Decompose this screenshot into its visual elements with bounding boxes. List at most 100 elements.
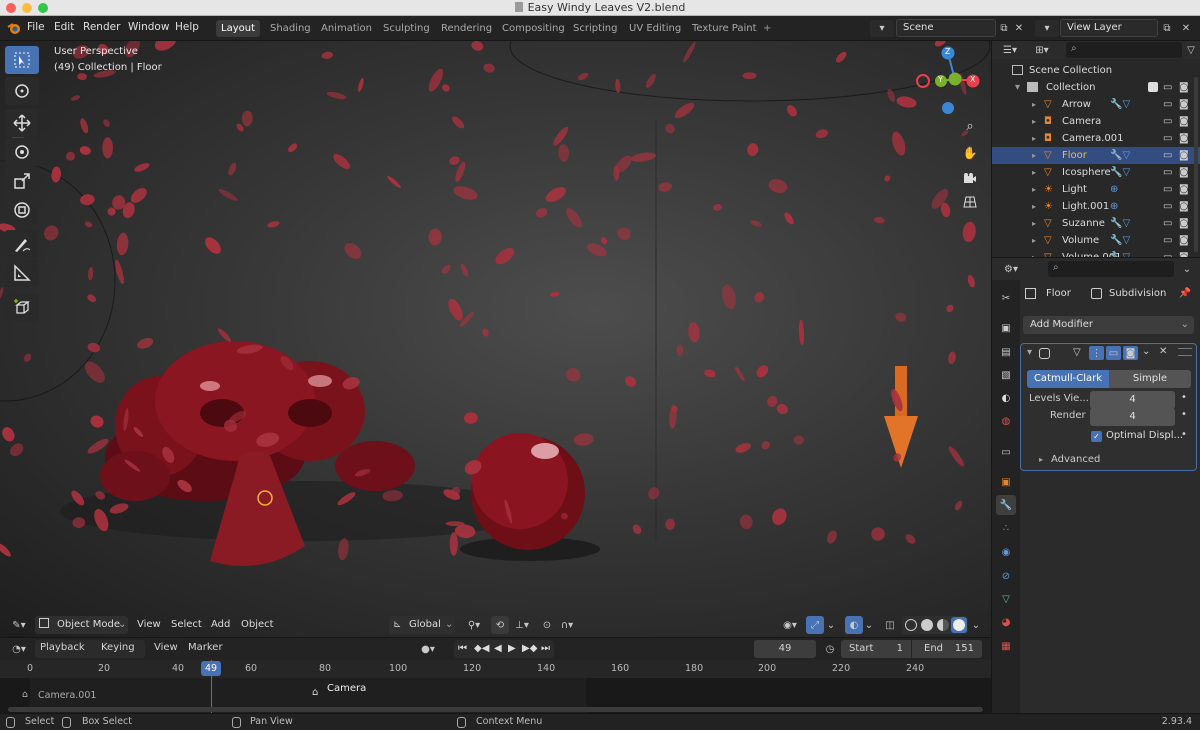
render-visibility-icon[interactable]: ◙ (1179, 164, 1189, 181)
render-visibility-icon[interactable]: ◙ (1179, 130, 1189, 147)
transform-orientation-selector[interactable]: ⊾ Global ⌄ (389, 616, 455, 634)
cursor-tool[interactable] (5, 77, 39, 105)
outliner-scrollbar[interactable] (1194, 77, 1198, 252)
render-visibility-icon[interactable]: ◙ (1179, 96, 1189, 113)
outliner-item-arrow[interactable]: ▸ ▽ Arrow 🔧▽ ▭ ◙ (992, 96, 1200, 113)
jump-end-icon[interactable]: ⏭ (541, 640, 550, 658)
menu-keying[interactable]: Keying (101, 642, 135, 653)
outliner-search-input[interactable]: ⌕ (1066, 42, 1182, 58)
collection-tab-icon[interactable]: ▭ (996, 442, 1016, 462)
measure-tool[interactable] (5, 259, 39, 287)
proportional-edit-icon[interactable]: ⊙ (539, 616, 555, 634)
properties-editor-type-icon[interactable]: ⚙▾ (998, 261, 1024, 277)
filter-icon[interactable]: ▽ (1184, 42, 1198, 58)
collapse-icon[interactable]: ▾ (1027, 347, 1032, 358)
tool-tab-icon[interactable]: ✂ (996, 288, 1016, 308)
outliner-item-floor[interactable]: ▸ ▽ Floor 🔧▽ ▭ ◙ (992, 147, 1200, 164)
gizmo-toggle-icon[interactable]: ⤢ (806, 616, 824, 634)
render-visibility-icon[interactable]: ◙ (1179, 113, 1189, 130)
edit-mode-toggle-icon[interactable]: ▽ (1073, 347, 1081, 358)
viewport-visibility-icon[interactable]: ▭ (1163, 79, 1172, 96)
view-layer-field[interactable]: View Layer (1060, 19, 1158, 37)
chevron-down-icon[interactable]: ⌄ (1142, 346, 1150, 357)
render-visibility-icon[interactable]: ◙ (1179, 181, 1189, 198)
menu-render[interactable]: Render (83, 21, 120, 33)
outliner-editor-type-icon[interactable]: ☰▾ (998, 43, 1022, 57)
tab-texture-paint[interactable]: Texture Paint (687, 20, 762, 37)
view-layer-selector-icon[interactable]: ▾ (1035, 20, 1059, 37)
pin-icon[interactable]: 📌 (1178, 286, 1192, 300)
levels-viewport-field[interactable]: 4 (1090, 391, 1175, 409)
prev-keyframe-icon[interactable]: ◆◀ (474, 640, 489, 658)
timeline-editor-type-icon[interactable]: ◔▾ (6, 640, 32, 658)
collection-row[interactable]: ▾ Collection ▭ ◙ (992, 79, 1200, 96)
viewport-visibility-icon[interactable]: ▭ (1163, 130, 1172, 147)
next-keyframe-icon[interactable]: ▶◆ (522, 640, 537, 658)
minimize-window-button[interactable] (22, 3, 32, 13)
menu-timeline-view[interactable]: View (154, 642, 178, 653)
outliner-item-camera[interactable]: ▸ ◘ Camera ▭ ◙ (992, 113, 1200, 130)
blender-logo-icon[interactable] (6, 20, 22, 36)
record-icon[interactable]: ●▾ (416, 640, 440, 658)
object-data-icon[interactable]: 🔧▽ (1110, 147, 1130, 164)
tab-scripting[interactable]: Scripting (568, 20, 622, 37)
optimal-display-checkbox[interactable]: ✓ (1091, 431, 1102, 442)
chevron-down-icon[interactable]: ⌄ (864, 616, 874, 634)
simple-button[interactable]: Simple (1109, 370, 1191, 388)
move-tool[interactable] (5, 109, 39, 137)
outliner-item-volume[interactable]: ▸ ▽ Volume 🔧▽ ▭ ◙ (992, 232, 1200, 249)
catmull-clark-button[interactable]: Catmull-Clark (1027, 370, 1109, 388)
keyframe-dot-icon[interactable]: • (1181, 429, 1187, 440)
render-visibility-icon[interactable]: ◙ (1179, 79, 1189, 96)
timeline-scrollbar[interactable] (8, 707, 983, 712)
object-data-icon[interactable]: 🔧▽ (1110, 96, 1130, 113)
object-data-icon[interactable]: 🔧▽ (1110, 215, 1130, 232)
scene-field[interactable]: Scene (896, 19, 996, 37)
menu-edit[interactable]: Edit (54, 21, 74, 33)
render-toggle-icon[interactable]: ◙ (1123, 346, 1138, 360)
menu-view[interactable]: View (137, 616, 161, 634)
start-frame-field[interactable]: Start 1 (841, 640, 911, 658)
render-visibility-icon[interactable]: ◙ (1179, 232, 1189, 249)
zoom-window-button[interactable] (38, 3, 48, 13)
tab-shading[interactable]: Shading (265, 20, 316, 37)
annotate-tool[interactable] (5, 230, 39, 258)
viewport-visibility-icon[interactable]: ▭ (1163, 181, 1172, 198)
modifier-tab-icon[interactable]: 🔧 (996, 495, 1016, 515)
object-data-icon[interactable]: ⊕ (1110, 181, 1118, 198)
add-cube-tool[interactable] (5, 293, 39, 321)
expand-icon[interactable]: ▸ (1032, 147, 1036, 164)
menu-object[interactable]: Object (241, 616, 274, 634)
world-tab-icon[interactable]: ◍ (996, 411, 1016, 431)
chevron-down-icon[interactable]: ⌄ (826, 616, 836, 634)
scene-collection-row[interactable]: Scene Collection (992, 62, 1200, 79)
display-mode-icon[interactable]: ⊞▾ (1030, 43, 1054, 57)
properties-search-input[interactable]: ⌕ (1048, 261, 1174, 277)
menu-file[interactable]: File (27, 21, 45, 33)
perspective-toggle-icon[interactable] (960, 192, 980, 212)
collection-checkbox[interactable] (1148, 82, 1158, 92)
object-tab-icon[interactable]: ▣ (996, 472, 1016, 492)
camera-view-icon[interactable] (960, 168, 980, 188)
pivot-point-icon[interactable]: ⚲▾ (460, 616, 488, 634)
transform-tool[interactable] (5, 196, 39, 224)
clock-icon[interactable]: ◷ (822, 640, 838, 658)
keyframe-dot-icon[interactable]: • (1181, 392, 1187, 403)
scene-selector-icon[interactable]: ▾ (870, 20, 894, 37)
viewport-toggle-icon[interactable]: ▭ (1106, 346, 1121, 360)
tab-layout[interactable]: Layout (216, 20, 260, 37)
play-reverse-icon[interactable]: ◀ (494, 640, 502, 658)
menu-select[interactable]: Select (171, 616, 202, 634)
render-visibility-icon[interactable]: ◙ (1179, 215, 1189, 232)
expand-icon[interactable]: ▸ (1032, 164, 1036, 181)
wireframe-shading-icon[interactable] (905, 619, 917, 631)
rotate-tool[interactable] (5, 138, 39, 166)
tab-sculpting[interactable]: Sculpting (378, 20, 435, 37)
marker-camera-001[interactable]: Camera.001 (38, 690, 96, 701)
chevron-down-icon[interactable]: ⌄ (1180, 261, 1194, 277)
data-tab-icon[interactable]: ▽ (996, 589, 1016, 609)
new-view-layer-icon[interactable]: ⧉ (1160, 20, 1174, 36)
pan-view-icon[interactable]: ✋ (960, 143, 980, 163)
new-scene-icon[interactable]: ⧉ (997, 20, 1011, 36)
close-window-button[interactable] (6, 3, 16, 13)
